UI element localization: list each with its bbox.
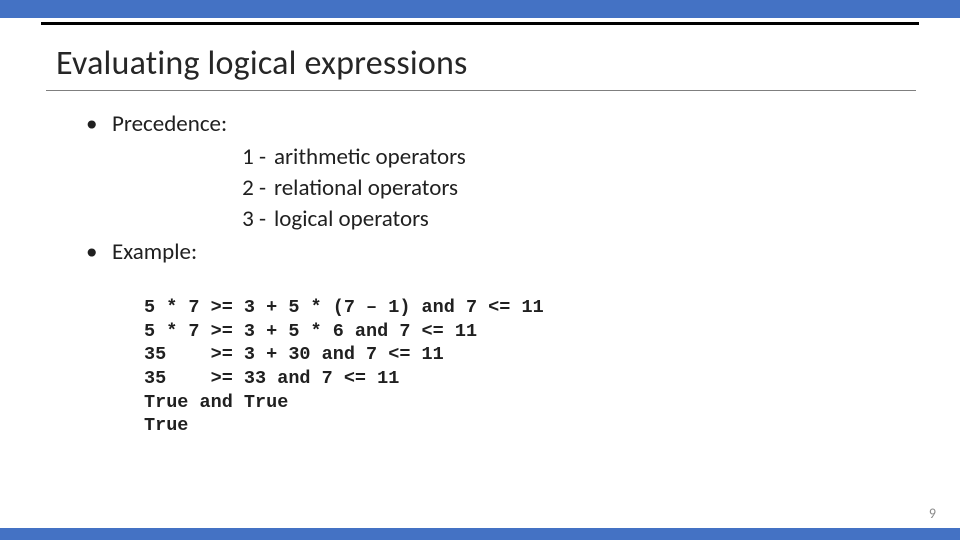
bullet-glyph: • — [86, 109, 112, 140]
precedence-item: 3 - logical operators — [228, 204, 960, 235]
precedence-item: 2 - relational operators — [228, 173, 960, 204]
slide-top-underline — [41, 22, 919, 25]
bullet-precedence: • Precedence: — [86, 109, 960, 140]
precedence-item: 1 - arithmetic operators — [228, 142, 960, 173]
precedence-list: 1 - arithmetic operators 2 - relational … — [228, 142, 960, 235]
slide-title: Evaluating logical expressions — [56, 43, 960, 84]
code-line: 35 >= 3 + 30 and 7 <= 11 — [144, 344, 444, 365]
precedence-num: 3 - — [228, 204, 274, 235]
code-line: 5 * 7 >= 3 + 5 * (7 – 1) and 7 <= 11 — [144, 297, 544, 318]
precedence-num: 2 - — [228, 173, 274, 204]
example-label: Example: — [112, 237, 197, 268]
precedence-text: logical operators — [274, 204, 429, 235]
slide-top-accent-bar — [0, 0, 960, 18]
code-line: 5 * 7 >= 3 + 5 * 6 and 7 <= 11 — [144, 321, 477, 342]
bullet-example: • Example: — [86, 237, 960, 268]
page-number: 9 — [929, 505, 936, 522]
code-line: 35 >= 33 and 7 <= 11 — [144, 368, 399, 389]
code-line: True and True — [144, 392, 288, 413]
precedence-text: arithmetic operators — [274, 142, 466, 173]
slide-bottom-accent-bar — [0, 528, 960, 540]
precedence-text: relational operators — [274, 173, 458, 204]
code-line: True — [144, 415, 188, 436]
precedence-num: 1 - — [228, 142, 274, 173]
bullet-glyph: • — [86, 237, 112, 268]
precedence-label: Precedence: — [112, 109, 227, 140]
title-underline — [46, 90, 916, 91]
slide-content: • Precedence: 1 - arithmetic operators 2… — [86, 109, 960, 438]
example-code-block: 5 * 7 >= 3 + 5 * (7 – 1) and 7 <= 11 5 *… — [144, 272, 960, 438]
